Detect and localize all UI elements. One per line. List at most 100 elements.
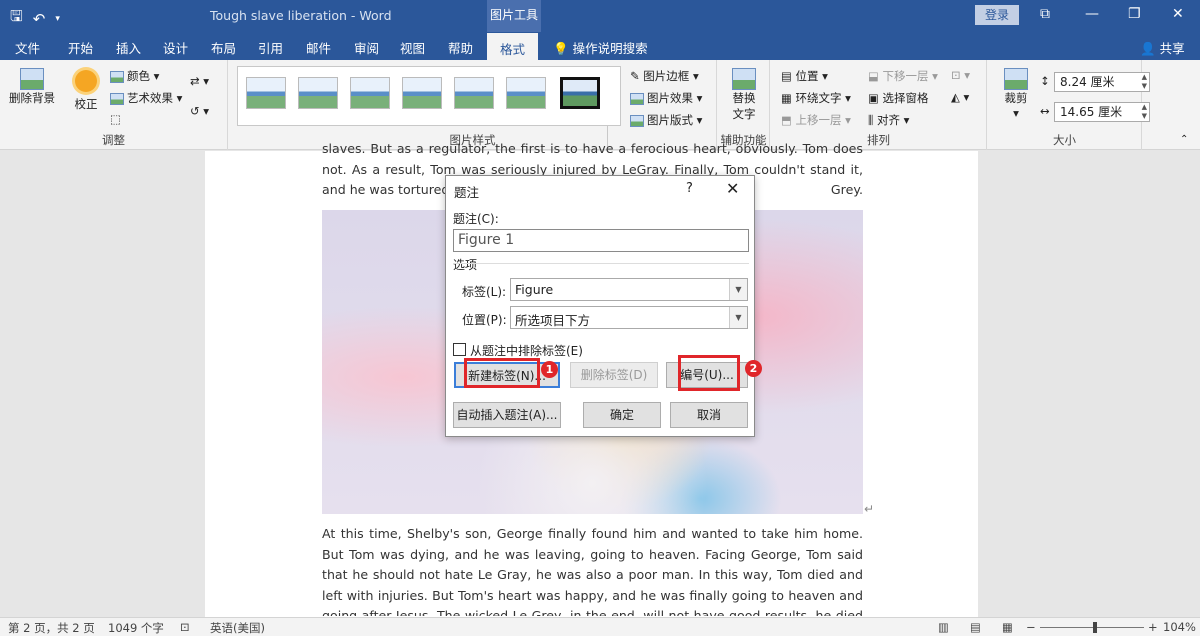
ribbon-display-icon[interactable]: ⧉	[1040, 6, 1050, 22]
undo-icon[interactable]: ↶	[33, 10, 46, 28]
group-objects-icon[interactable]: ⊡ ▾	[951, 68, 970, 82]
style-thumb-4[interactable]	[402, 77, 442, 109]
spin-arrows-icon[interactable]: ▲ ▼	[1142, 103, 1147, 121]
chevron-down-icon[interactable]: ▼	[729, 307, 747, 328]
tab-home[interactable]: 开始	[68, 38, 93, 57]
height-icon: ↕	[1040, 74, 1050, 88]
restore-icon[interactable]: ❐	[1128, 6, 1141, 22]
art-effects-button[interactable]: 艺术效果 ▾	[110, 90, 182, 106]
group-label-size: 大小	[1053, 133, 1076, 147]
wrap-text-icon: ▦	[781, 91, 792, 105]
share-button[interactable]: 👤 共享	[1140, 38, 1185, 57]
crop-icon	[1004, 68, 1028, 90]
style-thumb-3[interactable]	[350, 77, 390, 109]
dropdown-icon[interactable]: ▾	[55, 14, 60, 24]
tab-view[interactable]: 视图	[400, 38, 425, 57]
page-count[interactable]: 第 2 页，共 2 页	[8, 620, 95, 636]
style-thumb-7[interactable]	[560, 77, 600, 109]
picture-border-button[interactable]: ✎ 图片边框 ▾	[630, 68, 699, 84]
alt-text-button[interactable]: 替换 文字	[726, 68, 762, 122]
zoom-slider-thumb[interactable]	[1093, 622, 1097, 633]
zoom-out-icon[interactable]: −	[1026, 620, 1036, 634]
close-icon[interactable]: ✕	[1172, 6, 1184, 22]
reset-picture-icon[interactable]: ↺ ▾	[190, 104, 209, 118]
tab-format[interactable]: 格式	[487, 32, 539, 60]
language-indicator[interactable]: 英语(美国)	[210, 620, 265, 636]
position-button[interactable]: ▤ 位置 ▾	[781, 68, 828, 84]
word-count[interactable]: 1049 个字	[108, 620, 164, 636]
web-layout-icon[interactable]: ▦	[1002, 620, 1013, 634]
tag-select[interactable]: Figure ▼	[510, 278, 748, 301]
chevron-down-icon[interactable]: ▼	[729, 279, 747, 300]
picture-layout-button[interactable]: 图片版式 ▾	[630, 112, 702, 128]
ribbon: 删除背景 校正 颜色 ▾ 艺术效果 ▾ ⬚ ⇄ ▾ ↺ ▾ 调整 图片样式 ✎ …	[0, 60, 1200, 186]
send-backward-icon: ⬓	[868, 69, 879, 83]
minimize-icon[interactable]: —	[1085, 6, 1099, 22]
bring-forward-icon: ⬒	[781, 113, 792, 127]
height-input[interactable]: 8.24 厘米 ▲ ▼	[1054, 72, 1150, 92]
selection-pane-icon: ▣	[868, 91, 879, 105]
group-label-adjust: 调整	[102, 133, 125, 147]
title-bar: 🖫 ↶ ▾ Tough slave liberation - Word 图片工具…	[0, 0, 1200, 32]
zoom-in-icon[interactable]: +	[1148, 620, 1158, 634]
tab-help[interactable]: 帮助	[448, 38, 473, 57]
color-icon	[110, 70, 124, 83]
position-select[interactable]: 所选项目下方 ▼	[510, 306, 748, 329]
tab-references[interactable]: 引用	[258, 38, 283, 57]
remove-background-button[interactable]: 删除背景	[6, 68, 58, 106]
rotate-icon[interactable]: ◭ ▾	[951, 90, 969, 104]
crop-button[interactable]: 裁剪 ▾	[998, 68, 1034, 120]
tell-me-search[interactable]: 💡 操作说明搜索	[553, 38, 648, 57]
cancel-button[interactable]: 取消	[670, 402, 748, 428]
effects-icon	[630, 92, 644, 105]
tab-design[interactable]: 设计	[163, 38, 188, 57]
color-button[interactable]: 颜色 ▾	[110, 68, 159, 84]
zoom-slider[interactable]	[1040, 627, 1144, 628]
correct-button[interactable]: 校正	[68, 68, 104, 112]
tab-layout[interactable]: 布局	[211, 38, 236, 57]
layout-icon	[630, 114, 644, 127]
picture-tools-context-title: 图片工具	[487, 0, 541, 32]
picture-styles-gallery	[237, 66, 621, 126]
read-mode-icon[interactable]: ▥	[938, 620, 949, 634]
print-layout-icon[interactable]: ▤	[970, 620, 981, 634]
change-picture-icon[interactable]: ⇄ ▾	[190, 74, 209, 88]
ok-button[interactable]: 确定	[583, 402, 661, 428]
tab-mailings[interactable]: 邮件	[306, 38, 331, 57]
status-bar: 第 2 页，共 2 页 1049 个字 ⊡ 英语(美国) ▥ ▤ ▦ − + 1…	[0, 617, 1200, 636]
tab-review[interactable]: 审阅	[354, 38, 379, 57]
tab-file[interactable]: 文件	[15, 38, 40, 57]
style-thumb-6[interactable]	[506, 77, 546, 109]
dialog-close-icon[interactable]: ✕	[726, 179, 739, 198]
width-input[interactable]: 14.65 厘米 ▲ ▼	[1054, 102, 1150, 122]
picture-effects-button[interactable]: 图片效果 ▾	[630, 90, 702, 106]
send-backward-button[interactable]: ⬓ 下移一层 ▾	[868, 68, 938, 84]
tag-label: 标签(L):	[462, 285, 507, 299]
style-thumb-1[interactable]	[246, 77, 286, 109]
bring-forward-button[interactable]: ⬒ 上移一层 ▾	[781, 112, 851, 128]
login-button[interactable]: 登录	[975, 5, 1019, 25]
autocaption-button[interactable]: 自动插入题注(A)...	[453, 402, 561, 428]
collapse-ribbon-icon[interactable]: ⌃	[1180, 134, 1188, 145]
dialog-title: 题注	[454, 185, 480, 200]
help-icon[interactable]: ?	[686, 181, 693, 196]
save-icon[interactable]: 🖫	[10, 6, 23, 31]
paragraph-mark-icon: ↵	[864, 502, 875, 516]
align-button[interactable]: ⫼ 对齐 ▾	[868, 112, 909, 128]
style-thumb-2[interactable]	[298, 77, 338, 109]
spin-arrows-icon[interactable]: ▲ ▼	[1142, 73, 1147, 91]
person-icon: 👤	[1140, 41, 1156, 56]
lightbulb-icon: 💡	[553, 41, 569, 56]
selection-pane-button[interactable]: ▣ 选择窗格	[868, 90, 929, 106]
caption-dialog: 题注 ? ✕ 题注(C): Figure 1 选项 标签(L): Figure …	[445, 175, 755, 437]
delete-label-button[interactable]: 删除标签(D)	[570, 362, 658, 388]
tab-insert[interactable]: 插入	[116, 38, 141, 57]
zoom-level[interactable]: 104%	[1163, 620, 1196, 634]
compress-icon[interactable]: ⬚	[110, 112, 121, 126]
exclude-label-checkbox[interactable]	[453, 343, 466, 356]
wrap-text-button[interactable]: ▦ 环绕文字 ▾	[781, 90, 851, 106]
proofing-icon[interactable]: ⊡	[180, 620, 190, 634]
step-badge-1: 1	[541, 361, 558, 378]
style-thumb-5[interactable]	[454, 77, 494, 109]
caption-input[interactable]: Figure 1	[453, 229, 749, 252]
